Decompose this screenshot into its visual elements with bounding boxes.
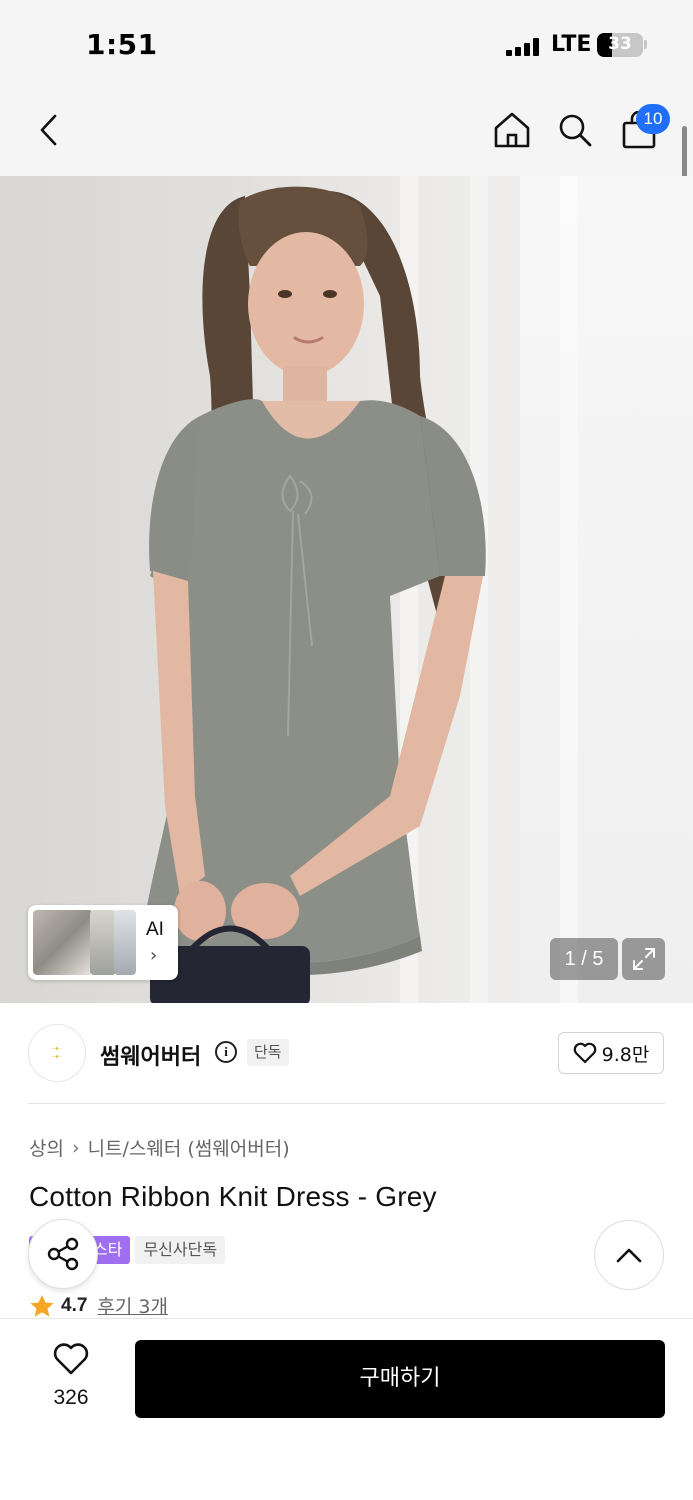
ai-label: AI	[146, 919, 164, 940]
chevron-right-icon: ›	[71, 1136, 80, 1159]
breadcrumb-item[interactable]: 상의	[29, 1134, 64, 1161]
rating-value: 4.7	[61, 1294, 88, 1316]
wishlist-count: 326	[53, 1386, 89, 1409]
exclusive-tag: 단독	[247, 1039, 289, 1066]
search-button[interactable]	[553, 108, 597, 152]
breadcrumb: 상의 › 니트/스웨터 (썸웨어버터)	[29, 1134, 290, 1161]
scroll-top-button[interactable]	[594, 1220, 664, 1290]
chevron-up-icon	[616, 1248, 642, 1263]
status-bar: 1:51 LTE 33	[0, 0, 693, 90]
battery-icon: 33	[597, 33, 643, 57]
chevron-right-icon: ›	[150, 945, 158, 966]
cart-badge: 10	[636, 104, 670, 134]
signal-icon	[506, 38, 539, 56]
home-icon	[494, 112, 530, 148]
model-figure	[140, 186, 486, 1003]
brand-logo-mark: ·✦· ·✦·	[51, 1045, 63, 1061]
thumbnail-image	[33, 910, 93, 975]
heart-icon	[573, 1042, 596, 1064]
status-time: 1:51	[86, 28, 158, 61]
thumbnail-image	[114, 910, 136, 975]
product-title: Cotton Ribbon Knit Dress - Grey	[29, 1181, 437, 1212]
share-button[interactable]	[28, 1219, 98, 1289]
rating-row: 4.7 후기 3개	[29, 1292, 168, 1319]
brand-name[interactable]: 썸웨어버터	[100, 1039, 201, 1071]
search-icon	[559, 114, 592, 147]
brand-like-count: 9.8만	[601, 1043, 650, 1066]
brand-like-button[interactable]: 9.8만	[558, 1032, 664, 1074]
chevron-left-icon	[40, 114, 57, 146]
home-button[interactable]	[490, 108, 534, 152]
network-label: LTE	[551, 32, 592, 57]
share-icon	[47, 1237, 79, 1271]
badge-exclusive: 무신사단독	[135, 1236, 226, 1264]
heart-icon	[53, 1343, 89, 1375]
product-image[interactable]	[0, 176, 693, 1003]
thumbnail-image	[90, 910, 116, 975]
wishlist-button[interactable]: 326	[40, 1342, 102, 1409]
back-button[interactable]	[28, 108, 72, 152]
top-nav	[0, 90, 693, 176]
buy-button[interactable]: 구매하기	[135, 1340, 665, 1418]
expand-button[interactable]	[622, 938, 665, 980]
breadcrumb-item[interactable]: 니트/스웨터 (썸웨어버터)	[88, 1134, 290, 1161]
expand-icon	[632, 948, 655, 970]
star-icon	[30, 1294, 54, 1317]
battery-cap	[644, 40, 647, 49]
ai-thumbnail-button[interactable]: AI ›	[28, 905, 178, 980]
review-link[interactable]: 후기 3개	[97, 1292, 168, 1319]
image-pager: 1 / 5	[550, 938, 618, 980]
brand-logo[interactable]: ·✦· ·✦·	[28, 1024, 86, 1082]
divider	[28, 1103, 665, 1104]
battery-percent: 33	[608, 34, 632, 54]
info-icon[interactable]: i	[215, 1041, 237, 1063]
